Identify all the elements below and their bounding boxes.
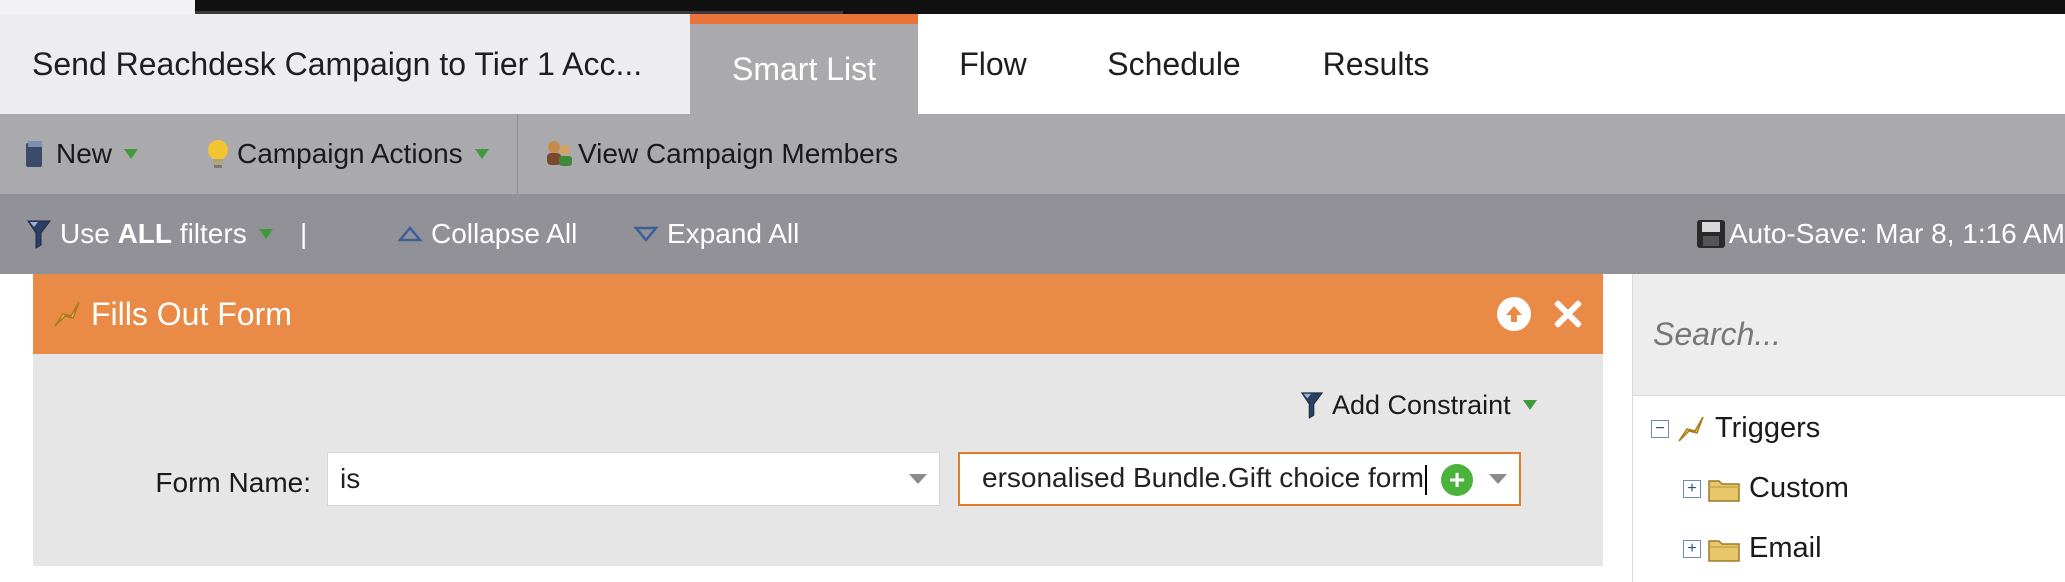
expand-icon bbox=[633, 226, 659, 242]
new-dropdown-icon bbox=[124, 149, 139, 159]
campaign-actions-button[interactable]: Campaign Actions bbox=[205, 114, 517, 194]
save-icon bbox=[1696, 220, 1725, 248]
filter-title: Fills Out Form bbox=[91, 295, 292, 332]
tab-smart-list[interactable]: Smart List bbox=[690, 14, 918, 114]
folder-icon bbox=[1708, 479, 1740, 502]
all-label: ALL bbox=[117, 218, 173, 249]
tab-schedule-label: Schedule bbox=[1107, 45, 1241, 82]
add-constraint-dropdown-icon bbox=[1522, 400, 1537, 410]
tab-results[interactable]: Results bbox=[1280, 14, 1472, 114]
top-strip bbox=[0, 0, 2065, 14]
top-strip-light bbox=[0, 0, 195, 14]
search-input[interactable] bbox=[1653, 316, 2053, 353]
arrow-up-icon bbox=[1506, 306, 1522, 322]
new-label: New bbox=[56, 138, 113, 169]
tab-smart-list-label: Smart List bbox=[731, 50, 877, 87]
new-icon bbox=[26, 141, 42, 167]
filter-toolbar: Use ALL filters | Collapse All Expand Al… bbox=[0, 194, 2065, 274]
expand-all-button[interactable]: Expand All bbox=[633, 194, 799, 274]
collapse-all-label: Collapse All bbox=[431, 218, 578, 249]
toolbar-pipe: | bbox=[300, 194, 397, 274]
tree-label-email: Email bbox=[1749, 532, 1822, 564]
tree-item-email[interactable]: + Email bbox=[1683, 532, 1822, 565]
add-constraint-label: Add Constraint bbox=[1332, 389, 1511, 420]
use-filters-dropdown-icon bbox=[258, 229, 273, 239]
view-members-label: View Campaign Members bbox=[578, 138, 899, 169]
tree-label-triggers: Triggers bbox=[1715, 412, 1821, 444]
tree-item-triggers[interactable]: − Triggers bbox=[1651, 412, 1820, 445]
expand-all-label: Expand All bbox=[667, 218, 800, 249]
trigger-icon bbox=[54, 301, 80, 327]
form-name-value: ersonalised Bundle.Gift choice form bbox=[982, 462, 1427, 495]
autosave-label: Auto-Save: Mar 8, 1:16 AM bbox=[1728, 218, 2065, 249]
smart-list-canvas: Fills Out Form Add Constraint Form Name:… bbox=[0, 274, 1632, 582]
filter-card: Fills Out Form Add Constraint Form Name:… bbox=[33, 274, 1603, 566]
campaign-actions-label: Campaign Actions bbox=[237, 138, 463, 169]
campaign-toolbar: New Campaign Actions View Campaign Membe… bbox=[0, 114, 2065, 194]
use-all-filters-button[interactable]: Use ALL filters bbox=[0, 194, 300, 274]
add-value-button[interactable]: + bbox=[1441, 464, 1473, 496]
tab-flow[interactable]: Flow bbox=[918, 14, 1068, 114]
filter-header[interactable]: Fills Out Form bbox=[33, 274, 1603, 354]
collapse-all-button[interactable]: Collapse All bbox=[397, 194, 633, 274]
plus-icon: + bbox=[1448, 464, 1466, 495]
lightbulb-icon bbox=[208, 140, 228, 168]
funnel-icon bbox=[1300, 392, 1324, 419]
form-name-label: Form Name: bbox=[155, 467, 311, 498]
form-name-value-text: ersonalised Bundle.Gift choice form bbox=[982, 462, 1424, 493]
tab-schedule[interactable]: Schedule bbox=[1068, 14, 1280, 114]
tree-item-custom[interactable]: + Custom bbox=[1683, 472, 1849, 505]
pipe-separator: | bbox=[300, 218, 308, 249]
search-box bbox=[1633, 274, 2065, 396]
chevron-down-icon bbox=[909, 474, 927, 484]
operator-value: is bbox=[340, 463, 361, 494]
expand-toggle-icon[interactable]: + bbox=[1683, 479, 1701, 498]
view-campaign-members-button[interactable]: View Campaign Members bbox=[518, 114, 898, 194]
filter-header-actions bbox=[1497, 274, 1585, 354]
campaign-title: Send Reachdesk Campaign to Tier 1 Acc... bbox=[32, 45, 643, 82]
folder-icon bbox=[1708, 539, 1740, 562]
tab-flow-label: Flow bbox=[959, 45, 1027, 82]
close-filter-button[interactable] bbox=[1551, 297, 1585, 331]
campaign-actions-dropdown-icon bbox=[474, 149, 489, 159]
filter-library-panel: − Triggers + Custom + Email bbox=[1632, 274, 2065, 582]
tree-label-custom: Custom bbox=[1749, 472, 1849, 504]
form-name-value-input[interactable]: ersonalised Bundle.Gift choice form + bbox=[958, 452, 1521, 506]
add-constraint-button[interactable]: Add Constraint bbox=[1298, 382, 1537, 428]
chevron-down-icon[interactable] bbox=[1489, 474, 1507, 484]
expand-toggle-icon[interactable]: + bbox=[1683, 539, 1701, 558]
tab-campaign-title[interactable]: Send Reachdesk Campaign to Tier 1 Acc... bbox=[0, 14, 690, 114]
collapse-toggle-icon[interactable]: − bbox=[1651, 419, 1669, 438]
tab-results-label: Results bbox=[1322, 45, 1430, 82]
use-label: Use bbox=[60, 218, 110, 249]
autosave-status: Auto-Save: Mar 8, 1:16 AM bbox=[1695, 194, 2065, 274]
members-icon bbox=[547, 141, 572, 166]
text-cursor bbox=[1425, 464, 1427, 495]
funnel-icon bbox=[27, 220, 51, 249]
tab-bar: Send Reachdesk Campaign to Tier 1 Acc...… bbox=[0, 14, 2065, 114]
collapse-icon bbox=[397, 226, 423, 242]
new-button[interactable]: New bbox=[0, 114, 205, 194]
move-up-button[interactable] bbox=[1497, 297, 1531, 331]
operator-select[interactable]: is bbox=[327, 452, 940, 506]
filters-label: filters bbox=[179, 218, 247, 249]
trigger-icon bbox=[1678, 416, 1704, 442]
